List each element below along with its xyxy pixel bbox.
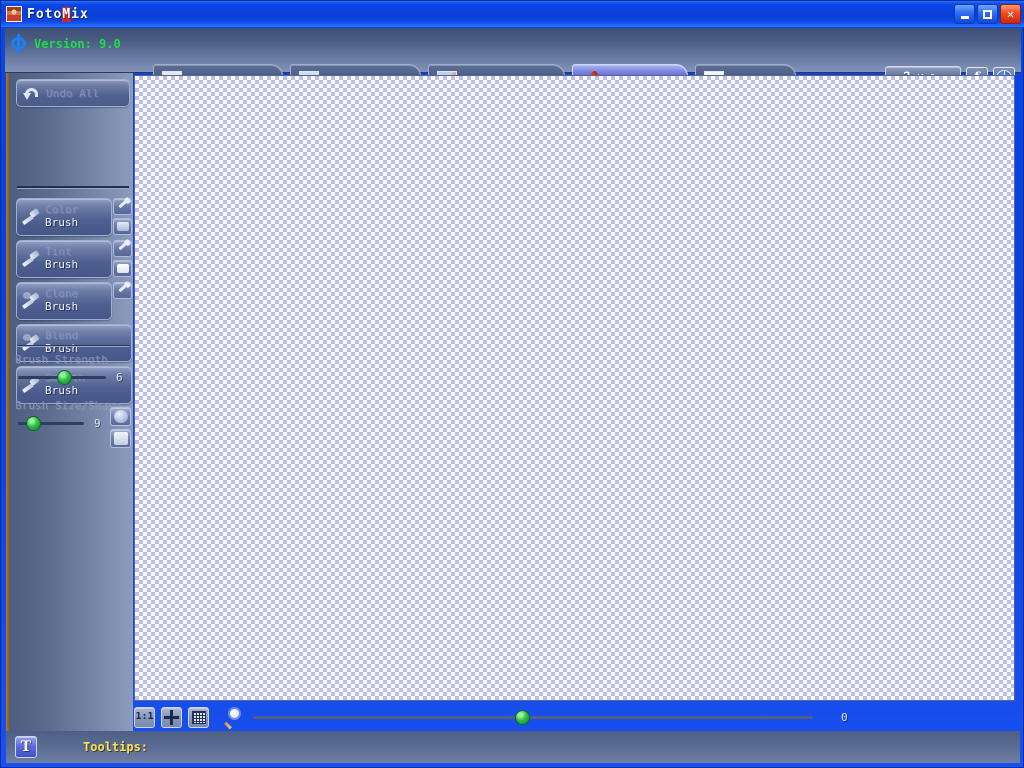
grid-icon[interactable] bbox=[188, 706, 209, 728]
color-brush-eyedropper-button[interactable] bbox=[113, 198, 132, 215]
view-toolbar: 1:1 0 bbox=[134, 703, 1015, 731]
color-brush-button[interactable]: Color Brush bbox=[16, 198, 112, 236]
color-brush-icon bbox=[21, 206, 41, 228]
left-sidebar: Undo All Color Brush Tint Brush Clone Br… bbox=[9, 73, 133, 731]
tooltips-label: Tooltips: bbox=[83, 740, 149, 754]
minimize-icon[interactable] bbox=[954, 4, 975, 24]
brush-row-tint: Tint Brush bbox=[16, 240, 132, 278]
slider-section-divider bbox=[17, 345, 129, 347]
brush-strength-label: Brush Strength bbox=[15, 353, 108, 366]
window-controls: ✕ bbox=[954, 4, 1021, 24]
brush-size-slider[interactable] bbox=[18, 416, 84, 431]
smooth-brush-label-line2: Brush bbox=[45, 384, 79, 397]
status-bar: T Tooltips: bbox=[6, 731, 1020, 763]
header-bar: Version: 9.0 Background Foreground Compo… bbox=[5, 28, 1021, 96]
brush-strength-group: Brush Strength 6 bbox=[12, 353, 134, 385]
round-brush-shape-button[interactable] bbox=[110, 407, 131, 426]
window-title-prefix: Foto bbox=[27, 6, 63, 22]
maximize-icon[interactable] bbox=[977, 4, 998, 24]
brush-size-handle[interactable] bbox=[25, 416, 41, 431]
zoom-slider-handle[interactable] bbox=[514, 709, 530, 725]
tooltips-toggle-glyph: T bbox=[20, 739, 32, 755]
tint-brush-label-line2: Brush bbox=[45, 258, 79, 271]
one-to-one-label: 1:1 bbox=[135, 711, 154, 722]
title-bar: FotoMix ✕ bbox=[1, 1, 1024, 27]
tint-brush-icon bbox=[21, 248, 41, 270]
clone-brush-button[interactable]: Clone Brush bbox=[16, 282, 112, 320]
sidebar-divider bbox=[17, 186, 129, 189]
clone-brush-icon bbox=[21, 290, 41, 312]
undo-arrow-icon bbox=[23, 86, 40, 101]
one-to-one-icon[interactable]: 1:1 bbox=[134, 706, 155, 728]
close-icon[interactable]: ✕ bbox=[1000, 4, 1021, 24]
window-title: FotoMix bbox=[27, 6, 89, 22]
clone-brush-eyedropper-button[interactable] bbox=[113, 282, 132, 299]
image-canvas[interactable] bbox=[134, 75, 1015, 701]
color-brush-label-line2: Brush bbox=[45, 216, 79, 229]
transparency-checker-pattern bbox=[135, 76, 1014, 700]
brand-zone: Version: 9.0 bbox=[9, 34, 121, 53]
tint-brush-button[interactable]: Tint Brush bbox=[16, 240, 112, 278]
version-label: Version: 9.0 bbox=[34, 36, 121, 51]
blend-brush-icon bbox=[21, 332, 41, 354]
tooltips-toggle-icon[interactable]: T bbox=[15, 736, 37, 758]
brush-row-clone: Clone Brush bbox=[16, 282, 132, 320]
undo-all-label: Undo All bbox=[46, 86, 99, 100]
application-window: FotoMix ✕ Version: 9.0 Background Foregr… bbox=[0, 0, 1024, 768]
brush-size-group: Brush Size/Shape 9 bbox=[12, 399, 134, 448]
window-title-selected-char: M bbox=[62, 6, 72, 22]
fit-to-window-icon[interactable] bbox=[161, 706, 182, 728]
brush-size-value: 9 bbox=[94, 417, 101, 430]
app-photo-icon bbox=[6, 6, 22, 22]
window-title-suffix: ix bbox=[71, 6, 89, 22]
fotomix-logo-icon bbox=[9, 34, 28, 53]
brush-strength-slider[interactable] bbox=[18, 370, 106, 385]
brush-strength-handle[interactable] bbox=[56, 370, 72, 385]
color-brush-swatch-button[interactable] bbox=[113, 218, 132, 235]
tint-brush-eyedropper-button[interactable] bbox=[113, 240, 132, 257]
undo-all-button[interactable]: Undo All bbox=[16, 79, 130, 107]
clone-brush-label-line2: Brush bbox=[45, 300, 79, 313]
magnifier-icon bbox=[223, 706, 245, 730]
brush-row-color: Color Brush bbox=[16, 198, 132, 236]
square-brush-shape-button[interactable] bbox=[110, 429, 131, 448]
zoom-level-value: 0 bbox=[841, 710, 848, 724]
brush-strength-value: 6 bbox=[116, 371, 123, 384]
zoom-slider[interactable] bbox=[253, 709, 813, 725]
tint-brush-swatch-button[interactable] bbox=[113, 260, 132, 277]
